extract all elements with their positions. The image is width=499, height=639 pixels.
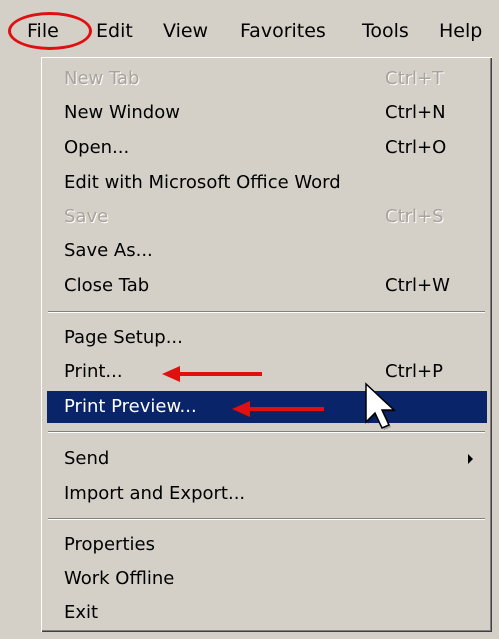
menu-item-label: Open... bbox=[64, 137, 130, 158]
menu-item-label: Save bbox=[64, 206, 109, 227]
menu-item-shortcut: Ctrl+N bbox=[385, 102, 446, 123]
menu-separator bbox=[48, 431, 485, 433]
menu-item-save[interactable]: Save Ctrl+S bbox=[47, 201, 487, 233]
menu-edit[interactable]: Edit bbox=[96, 19, 133, 43]
menu-item-label: Work Offline bbox=[64, 568, 175, 589]
menu-item-open[interactable]: Open... Ctrl+O bbox=[47, 132, 487, 164]
menu-item-label: Edit with Microsoft Office Word bbox=[64, 172, 341, 193]
menu-bar: File Edit View Favorites Tools Help bbox=[0, 0, 499, 56]
menu-item-label: Exit bbox=[64, 602, 99, 623]
menu-separator bbox=[48, 518, 485, 520]
menu-item-shortcut: Ctrl+T bbox=[385, 68, 444, 89]
menu-item-print[interactable]: Print... Ctrl+P bbox=[47, 356, 487, 388]
menu-item-exit[interactable]: Exit bbox=[47, 597, 487, 629]
menu-view[interactable]: View bbox=[163, 19, 208, 43]
menu-item-work-offline[interactable]: Work Offline bbox=[47, 563, 487, 595]
file-dropdown-menu: New Tab Ctrl+T New Window Ctrl+N Open...… bbox=[40, 56, 492, 632]
menu-item-new-tab[interactable]: New Tab Ctrl+T bbox=[47, 63, 487, 95]
menu-item-label: Save As... bbox=[64, 240, 153, 261]
menu-item-edit-with-word[interactable]: Edit with Microsoft Office Word bbox=[47, 167, 487, 199]
menu-item-label: Print... bbox=[64, 361, 123, 382]
menu-tools[interactable]: Tools bbox=[362, 19, 409, 43]
menu-item-print-preview[interactable]: Print Preview... bbox=[47, 391, 487, 423]
menu-item-label: Close Tab bbox=[64, 275, 150, 296]
menu-item-close-tab[interactable]: Close Tab Ctrl+W bbox=[47, 270, 487, 302]
menu-item-label: Properties bbox=[64, 534, 155, 555]
menu-item-new-window[interactable]: New Window Ctrl+N bbox=[47, 97, 487, 129]
menu-file[interactable]: File bbox=[27, 19, 59, 43]
menu-item-shortcut: Ctrl+P bbox=[385, 361, 443, 382]
menu-item-shortcut: Ctrl+S bbox=[385, 206, 444, 227]
menu-help[interactable]: Help bbox=[439, 19, 482, 43]
menu-item-shortcut: Ctrl+O bbox=[385, 137, 447, 158]
menu-favorites[interactable]: Favorites bbox=[240, 19, 326, 43]
menu-item-import-export[interactable]: Import and Export... bbox=[47, 478, 487, 510]
menu-item-save-as[interactable]: Save As... bbox=[47, 235, 487, 267]
menu-item-label: Import and Export... bbox=[64, 483, 246, 504]
menu-separator bbox=[48, 311, 485, 313]
menu-item-label: New Window bbox=[64, 102, 180, 123]
menu-item-label: Print Preview... bbox=[64, 396, 197, 417]
menu-item-label: New Tab bbox=[64, 68, 140, 89]
menu-item-label: Send bbox=[64, 448, 110, 469]
menu-item-shortcut: Ctrl+W bbox=[385, 275, 450, 296]
menu-item-properties[interactable]: Properties bbox=[47, 529, 487, 561]
menu-item-label: Page Setup... bbox=[64, 327, 183, 348]
chevron-right-icon bbox=[468, 454, 473, 464]
menu-item-send[interactable]: Send bbox=[47, 443, 487, 475]
menu-item-page-setup[interactable]: Page Setup... bbox=[47, 322, 487, 354]
